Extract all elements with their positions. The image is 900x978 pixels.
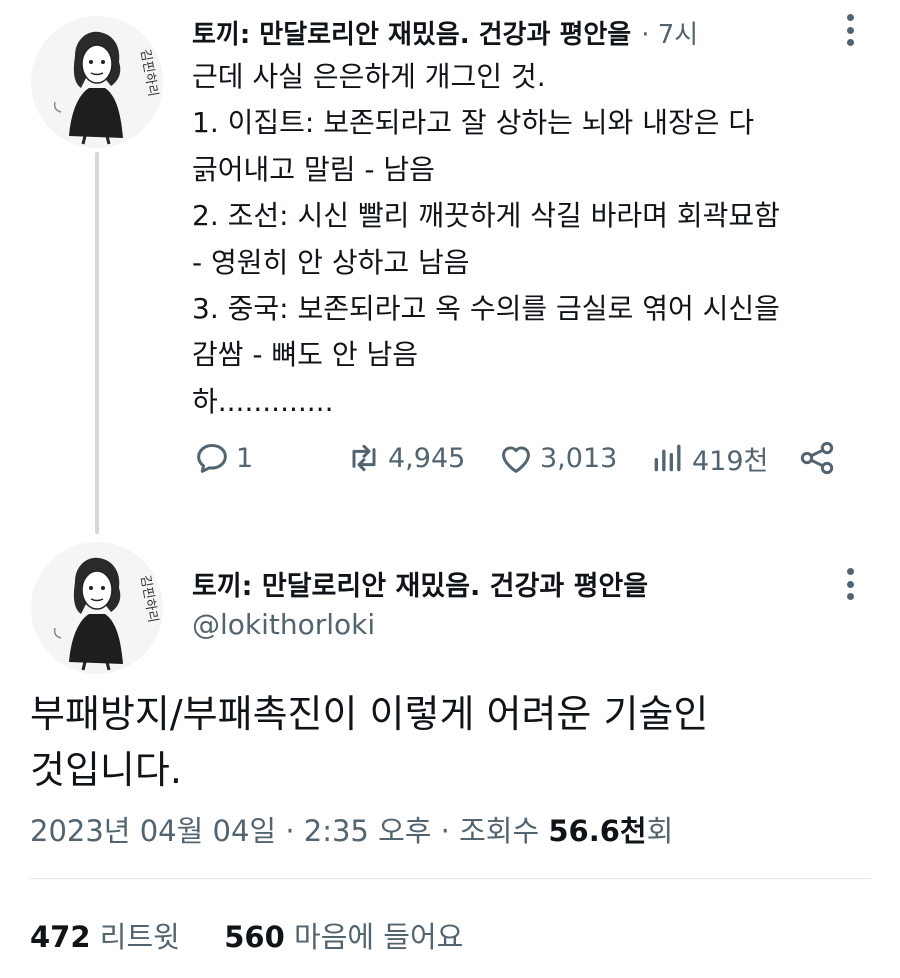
tweet-time[interactable]: · 7시	[641, 14, 698, 51]
tweet-text-line: 하.............	[192, 384, 334, 418]
retweet-stat-label: 리트윗	[99, 920, 180, 954]
meta-separator: ·	[440, 814, 460, 848]
views-count: 419천	[692, 445, 769, 477]
tweet-text-line: 1. 이집트: 보존되라고 잘 상하는 뇌와 내장은 다	[192, 106, 755, 140]
tweet-text-line: 것입니다.	[30, 748, 182, 792]
reply-icon	[197, 444, 227, 473]
views-suffix: 회	[646, 814, 674, 848]
like-total: 560	[224, 920, 285, 954]
like-button[interactable]: 3,013	[496, 438, 617, 478]
author-handle[interactable]: @lokithorloki	[192, 608, 375, 641]
views-label: 조회수	[459, 814, 540, 848]
reply-count: 1	[236, 442, 254, 474]
reply-button[interactable]: 1	[192, 438, 253, 478]
divider	[30, 878, 870, 879]
main-tweet-text: 부패방지/부패촉진이 이렇게 어려운 기술인 것입니다.	[30, 686, 870, 798]
more-vertical-icon[interactable]	[840, 10, 860, 50]
author-avatar[interactable]: 김핀하리	[31, 542, 163, 674]
like-stat-label: 마음에 들어요	[294, 920, 464, 954]
views-icon	[654, 444, 681, 472]
thread-tweet-header: 토끼: 만달로리안 재밌음. 건강과 평안을 · 7시	[192, 12, 698, 52]
tweet-stats: 472 리트윗 560 마음에 들어요	[30, 914, 463, 956]
author-name[interactable]: 토끼: 만달로리안 재밌음. 건강과 평안을	[192, 564, 648, 603]
retweet-count: 4,945	[388, 442, 466, 474]
meta-separator: ·	[285, 814, 304, 848]
like-stat[interactable]: 560 마음에 들어요	[224, 920, 463, 954]
tweet-text-line: 2. 조선: 시신 빨리 깨끗하게 삭길 바라며 회곽묘함	[192, 199, 780, 233]
tweet-text-line: 긁어내고 말림 - 남음	[192, 152, 435, 186]
share-icon	[800, 441, 834, 475]
tweet-time[interactable]: 2:35 오후	[304, 814, 432, 848]
avatar-illustration: 김핀하리	[31, 16, 163, 148]
tweet-text-line: - 영원히 안 상하고 남음	[192, 245, 470, 279]
share-button[interactable]	[797, 438, 837, 478]
retweet-stat[interactable]: 472 리트윗	[30, 920, 180, 954]
views-value: 56.6천	[548, 814, 647, 848]
tweet-text-line: 3. 중국: 보존되라고 옥 수의를 금실로 엮어 시신을	[192, 292, 780, 326]
thread-tweet-text: 근데 사실 은은하게 개그인 것. 1. 이집트: 보존되라고 잘 상하는 뇌와…	[192, 54, 872, 425]
avatar-illustration: 김핀하리	[31, 542, 163, 674]
views-button[interactable]: 419천	[648, 438, 768, 478]
tweet-text-line: 부패방지/부패촉진이 이렇게 어려운 기술인	[30, 692, 709, 736]
tweet-text-line: 근데 사실 은은하게 개그인 것.	[192, 60, 546, 93]
tweet-meta: 2023년 04월 04일 · 2:35 오후 · 조회수 56.6천회	[30, 808, 673, 850]
like-icon	[502, 446, 530, 473]
retweet-button[interactable]: 4,945	[344, 438, 465, 478]
tweet-action-bar: 1 4,945 3,013 419천	[0, 438, 900, 488]
retweet-icon	[352, 444, 376, 472]
retweet-total: 472	[30, 920, 91, 954]
like-count: 3,013	[540, 442, 618, 474]
more-vertical-icon[interactable]	[840, 564, 860, 604]
tweet-text-line: 감쌈 - 뼈도 안 남음	[192, 338, 419, 372]
author-avatar[interactable]: 김핀하리	[31, 16, 163, 148]
tweet-date[interactable]: 2023년 04월 04일	[30, 814, 276, 848]
author-name[interactable]: 토끼: 만달로리안 재밌음. 건강과 평안을	[192, 14, 631, 51]
